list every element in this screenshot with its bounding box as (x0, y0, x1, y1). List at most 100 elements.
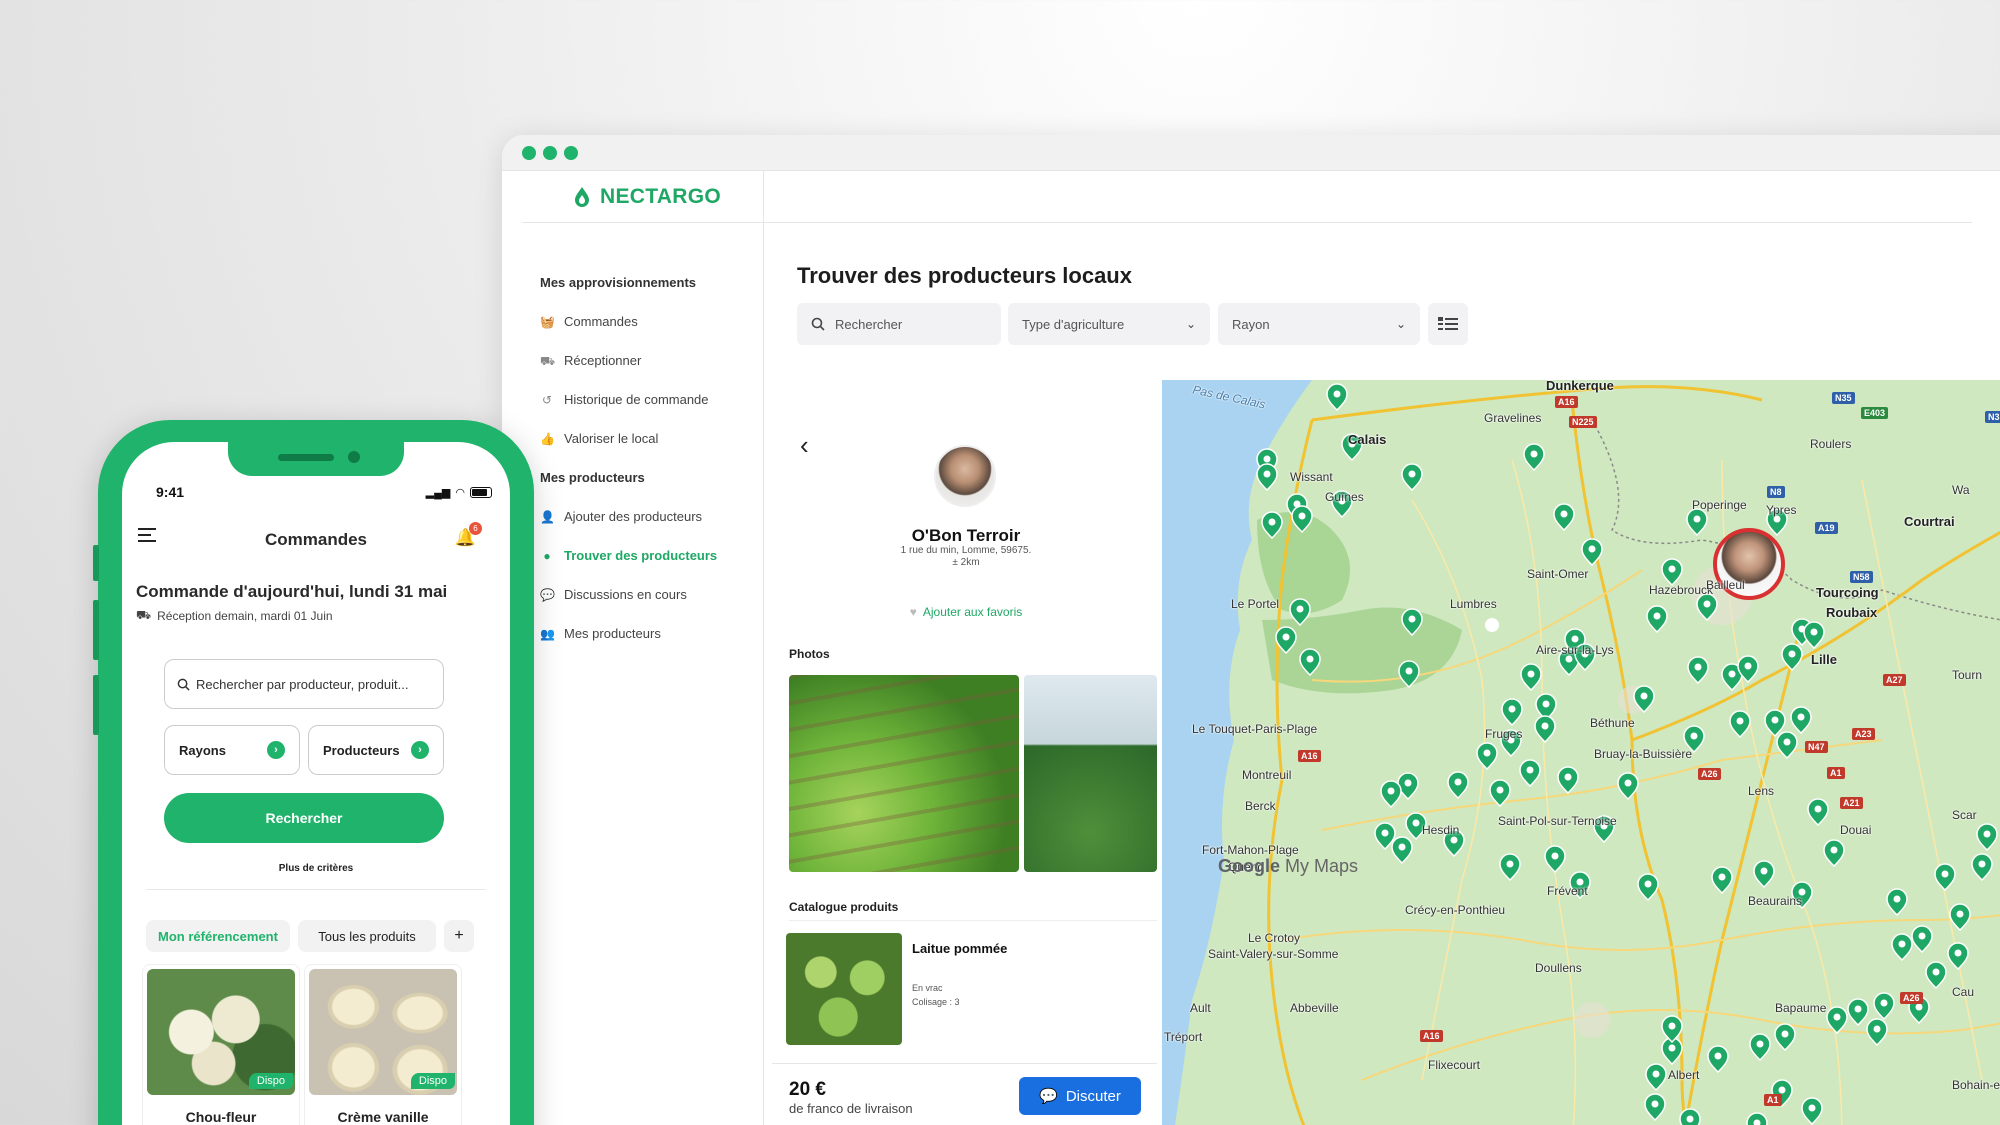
producer-pin[interactable] (1925, 961, 1947, 990)
product-card[interactable]: Dispo Chou-fleur (142, 964, 300, 1125)
producer-pin[interactable] (1489, 779, 1511, 808)
producer-pin[interactable] (1803, 621, 1825, 650)
sidebar-item-ajouter-producteurs[interactable]: 👤 Ajouter des producteurs (522, 497, 763, 536)
google-brand: Google (1218, 856, 1280, 876)
producer-pin[interactable] (1557, 766, 1579, 795)
tab-tous-les-produits[interactable]: Tous les produits (298, 920, 436, 952)
sidebar-item-trouver-producteurs[interactable]: ● Trouver des producteurs (522, 536, 763, 575)
lettuce-photo[interactable] (786, 933, 902, 1045)
producer-pin[interactable] (1581, 538, 1603, 567)
producer-pin[interactable] (1729, 710, 1751, 739)
producer-pin[interactable] (1847, 998, 1869, 1027)
producer-pin[interactable] (1753, 860, 1775, 889)
producer-pin[interactable] (1261, 511, 1283, 540)
producer-pin[interactable] (1519, 759, 1541, 788)
window-close-dot[interactable] (522, 145, 536, 160)
producer-pin[interactable] (1499, 853, 1521, 882)
producer-pin[interactable] (1553, 503, 1575, 532)
back-arrow-icon[interactable]: ‹ (800, 430, 809, 461)
producer-pin[interactable] (1476, 742, 1498, 771)
producer-pin[interactable] (1686, 508, 1708, 537)
greenhouse-photo[interactable] (1024, 675, 1157, 872)
producer-pin[interactable] (1256, 463, 1278, 492)
producer-pin[interactable] (1398, 660, 1420, 689)
producer-pin[interactable] (1707, 1045, 1729, 1074)
window-maximize-dot[interactable] (564, 145, 578, 160)
producer-pin[interactable] (1934, 863, 1956, 892)
producer-pin[interactable] (1645, 1063, 1667, 1092)
search-button[interactable]: Rechercher (164, 793, 444, 843)
rayon-select[interactable]: Rayon ⌄ (1218, 303, 1420, 345)
tab-mon-referencement[interactable]: Mon référencement (146, 920, 290, 952)
producer-pin[interactable] (1774, 1023, 1796, 1052)
producer-pin[interactable] (1696, 593, 1718, 622)
producer-pin[interactable] (1523, 443, 1545, 472)
rayons-filter-button[interactable]: Rayons › (164, 725, 300, 775)
producer-pin[interactable] (1679, 1108, 1701, 1125)
chat-button[interactable]: 💬 Discuter (1019, 1077, 1141, 1115)
producer-pin[interactable] (1544, 845, 1566, 874)
greenhouse-photo[interactable] (789, 675, 1019, 872)
producer-pin[interactable] (1711, 866, 1733, 895)
producer-pin[interactable] (1790, 706, 1812, 735)
producer-pin[interactable] (1534, 715, 1556, 744)
sidebar-item-historique[interactable]: ↺ Historique de commande (522, 380, 763, 419)
sidebar-item-discussions[interactable]: 💬 Discussions en cours (522, 575, 763, 614)
producer-pin[interactable] (1380, 780, 1402, 809)
producer-pin[interactable] (1299, 648, 1321, 677)
producer-pin[interactable] (1646, 605, 1668, 634)
producer-pin[interactable] (1801, 1097, 1823, 1125)
producer-pin[interactable] (1807, 798, 1829, 827)
producer-pin[interactable] (1749, 1033, 1771, 1062)
producer-pin[interactable] (1886, 888, 1908, 917)
producer-pin[interactable] (1291, 505, 1313, 534)
sidebar-item-mes-producteurs[interactable]: 👥 Mes producteurs (522, 614, 763, 653)
producers-map[interactable] (1162, 380, 2000, 1125)
producer-pin[interactable] (1949, 903, 1971, 932)
list-view-button[interactable] (1428, 303, 1468, 345)
add-tab-button[interactable]: + (444, 920, 474, 952)
producer-pin[interactable] (1617, 772, 1639, 801)
producer-pin[interactable] (1501, 698, 1523, 727)
producer-pin[interactable] (1823, 839, 1845, 868)
agriculture-type-select[interactable]: Type d'agriculture ⌄ (1008, 303, 1210, 345)
more-criteria-link[interactable]: Plus de critères (122, 863, 510, 874)
producer-pin[interactable] (1401, 463, 1423, 492)
window-minimize-dot[interactable] (543, 145, 557, 160)
search-input[interactable]: Rechercher (797, 303, 1001, 345)
sidebar-item-commandes[interactable]: 🧺 Commandes (522, 302, 763, 341)
producer-pin[interactable] (1289, 598, 1311, 627)
producer-pin[interactable] (1976, 823, 1998, 852)
producer-pin[interactable] (1633, 685, 1655, 714)
brand-logo[interactable]: NECTARGO (522, 171, 764, 222)
sidebar-item-receptionner[interactable]: ⛟ Réceptionner (522, 341, 763, 380)
producer-pin[interactable] (1661, 558, 1683, 587)
producer-pin[interactable] (1401, 608, 1423, 637)
producer-pin[interactable] (1971, 853, 1993, 882)
producer-pin[interactable] (1947, 942, 1969, 971)
sidebar-item-valoriser[interactable]: 👍 Valoriser le local (522, 419, 763, 458)
producer-pin[interactable] (1891, 933, 1913, 962)
producer-pin[interactable] (1866, 1018, 1888, 1047)
producer-pin[interactable] (1661, 1015, 1683, 1044)
producer-pin[interactable] (1275, 626, 1297, 655)
producer-pin[interactable] (1520, 663, 1542, 692)
producer-pin[interactable] (1326, 383, 1348, 412)
producer-pin[interactable] (1826, 1006, 1848, 1035)
producer-pin[interactable] (1764, 709, 1786, 738)
producteurs-filter-button[interactable]: Producteurs › (308, 725, 444, 775)
producer-pin[interactable] (1391, 836, 1413, 865)
producer-pin[interactable] (1644, 1093, 1666, 1122)
phone-search-input[interactable]: Rechercher par producteur, produit... (164, 659, 444, 709)
product-name[interactable]: Laitue pommée (912, 941, 1007, 956)
producer-pin[interactable] (1746, 1112, 1768, 1125)
add-favorite-link[interactable]: ♥ Ajouter aux favoris (832, 605, 1100, 619)
producer-pin[interactable] (1447, 771, 1469, 800)
producer-pin[interactable] (1781, 643, 1803, 672)
producer-pin[interactable] (1911, 925, 1933, 954)
producer-pin[interactable] (1637, 873, 1659, 902)
producer-pin[interactable] (1687, 656, 1709, 685)
producer-pin[interactable] (1776, 731, 1798, 760)
product-card[interactable]: Dispo Crème vanille (304, 964, 462, 1125)
producer-pin[interactable] (1873, 992, 1895, 1021)
